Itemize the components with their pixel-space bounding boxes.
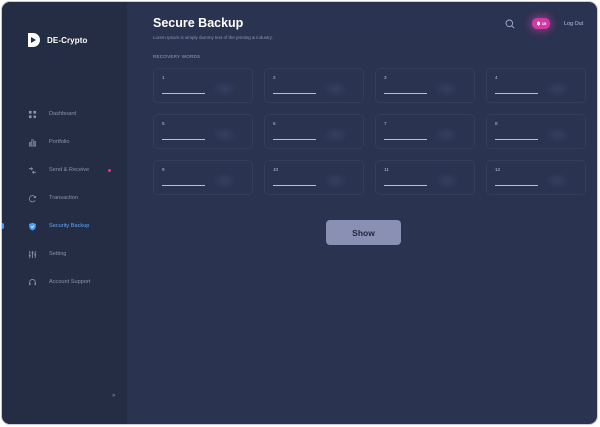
show-button[interactable]: Show: [326, 220, 401, 245]
word-underline: [273, 93, 316, 94]
recovery-word-card[interactable]: 6: [264, 114, 364, 149]
recovery-word-card[interactable]: 9: [153, 160, 253, 195]
sidebar-item-label: Setting: [49, 251, 67, 257]
notification-count: 15: [541, 21, 547, 26]
sidebar-item-label: Security Backup: [49, 223, 90, 229]
word-underline: [273, 185, 316, 186]
notification-dot: [108, 169, 111, 172]
recovery-word-card[interactable]: 1: [153, 68, 253, 103]
recovery-word-card[interactable]: 5: [153, 114, 253, 149]
collapse-sidebar-button[interactable]: »: [112, 393, 116, 399]
word-underline: [162, 139, 205, 140]
word-underline: [273, 139, 316, 140]
word-underline: [495, 139, 538, 140]
recovery-word-card[interactable]: 8: [486, 114, 586, 149]
transfer-icon: [27, 165, 37, 175]
page-subtitle: Lorem Ipsum is simply dummy text of the …: [153, 35, 273, 40]
word-number: 12: [495, 167, 501, 172]
recovery-word-card[interactable]: 4: [486, 68, 586, 103]
dashboard-icon: [27, 109, 37, 119]
shield-icon: [27, 221, 37, 231]
word-number: 9: [162, 167, 165, 172]
word-number: 4: [495, 75, 498, 80]
word-number: 2: [273, 75, 276, 80]
recovery-word-card[interactable]: 7: [375, 114, 475, 149]
main-content: Secure Backup Lorem Ipsum is simply dumm…: [127, 2, 597, 424]
sidebar-item-label: Send & Receive: [49, 167, 90, 173]
active-indicator: [2, 223, 4, 229]
page-title: Secure Backup: [153, 16, 244, 30]
sidebar-item-transaction[interactable]: Transaction: [2, 184, 127, 212]
word-number: 5: [162, 121, 165, 126]
recovery-word-card[interactable]: 12: [486, 160, 586, 195]
sidebar: DE-Crypto Dashboard Portfolio Send & Rec…: [2, 2, 127, 424]
word-number: 8: [495, 121, 498, 126]
word-underline: [384, 185, 427, 186]
bell-icon: [536, 21, 541, 26]
search-icon[interactable]: [505, 19, 515, 29]
word-underline: [162, 185, 205, 186]
word-number: 10: [273, 167, 279, 172]
word-underline: [162, 93, 205, 94]
sidebar-item-setting[interactable]: Setting: [2, 240, 127, 268]
sidebar-item-label: Account Support: [49, 279, 91, 285]
sidebar-item-label: Transaction: [49, 195, 79, 201]
sidebar-item-security-backup[interactable]: Security Backup: [2, 212, 127, 240]
sidebar-item-label: Portfolio: [49, 139, 70, 145]
recovery-word-card[interactable]: 11: [375, 160, 475, 195]
notifications-button[interactable]: 15: [532, 18, 550, 29]
recovery-word-card[interactable]: 3: [375, 68, 475, 103]
word-underline: [384, 93, 427, 94]
refresh-icon: [27, 193, 37, 203]
word-number: 7: [384, 121, 387, 126]
word-number: 3: [384, 75, 387, 80]
sidebar-nav: Dashboard Portfolio Send & Receive Trans…: [2, 100, 127, 296]
sidebar-item-account-support[interactable]: Account Support: [2, 268, 127, 296]
recovery-word-card[interactable]: 10: [264, 160, 364, 195]
headset-icon: [27, 277, 37, 287]
chart-icon: [27, 137, 37, 147]
sidebar-item-dashboard[interactable]: Dashboard: [2, 100, 127, 128]
brand-name: DE-Crypto: [47, 35, 88, 45]
word-number: 1: [162, 75, 165, 80]
sliders-icon: [27, 249, 37, 259]
word-underline: [495, 185, 538, 186]
sidebar-item-send-receive[interactable]: Send & Receive: [2, 156, 127, 184]
brand[interactable]: DE-Crypto: [26, 32, 87, 48]
word-underline: [495, 93, 538, 94]
sidebar-item-label: Dashboard: [49, 111, 77, 117]
recovery-word-card[interactable]: 2: [264, 68, 364, 103]
word-number: 6: [273, 121, 276, 126]
logout-link[interactable]: Log Out: [564, 21, 583, 27]
app-window: DE-Crypto Dashboard Portfolio Send & Rec…: [1, 1, 598, 425]
sidebar-item-portfolio[interactable]: Portfolio: [2, 128, 127, 156]
word-underline: [384, 139, 427, 140]
logo-icon: [28, 33, 40, 47]
section-label: RECOVERY WORDS: [153, 54, 201, 59]
word-number: 11: [384, 167, 389, 172]
